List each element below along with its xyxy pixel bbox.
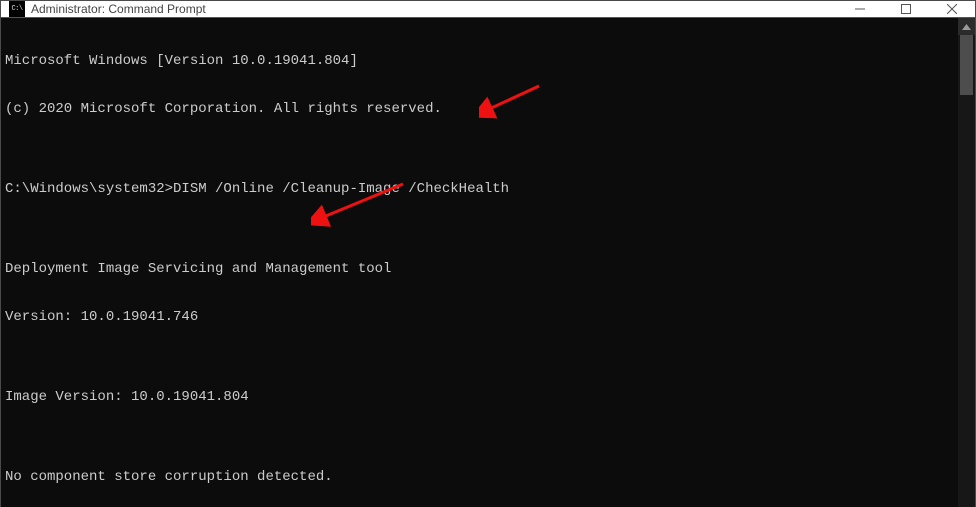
vertical-scrollbar[interactable] xyxy=(958,18,975,507)
titlebar[interactable]: C:\ Administrator: Command Prompt xyxy=(1,1,975,18)
minimize-button[interactable] xyxy=(837,1,883,17)
annotation-arrow-icon xyxy=(311,146,411,260)
terminal-line: No component store corruption detected. xyxy=(5,469,954,485)
terminal-line: (c) 2020 Microsoft Corporation. All righ… xyxy=(5,101,954,117)
terminal-line: Version: 10.0.19041.746 xyxy=(5,309,954,325)
close-button[interactable] xyxy=(929,1,975,17)
terminal-output[interactable]: Microsoft Windows [Version 10.0.19041.80… xyxy=(1,18,958,507)
client-area: Microsoft Windows [Version 10.0.19041.80… xyxy=(1,18,975,507)
scroll-track[interactable] xyxy=(958,35,975,507)
command-prompt-window: C:\ Administrator: Command Prompt Micros… xyxy=(0,0,976,507)
terminal-line: C:\Windows\system32>DISM /Online /Cleanu… xyxy=(5,181,954,197)
maximize-button[interactable] xyxy=(883,1,929,17)
terminal-line: Image Version: 10.0.19041.804 xyxy=(5,389,954,405)
terminal-line: Deployment Image Servicing and Managemen… xyxy=(5,261,954,277)
window-controls xyxy=(837,1,975,17)
window-title: Administrator: Command Prompt xyxy=(31,2,837,16)
terminal-line: Microsoft Windows [Version 10.0.19041.80… xyxy=(5,53,954,69)
app-icon: C:\ xyxy=(9,1,25,17)
scroll-thumb[interactable] xyxy=(960,35,973,95)
scroll-up-button[interactable] xyxy=(958,18,975,35)
